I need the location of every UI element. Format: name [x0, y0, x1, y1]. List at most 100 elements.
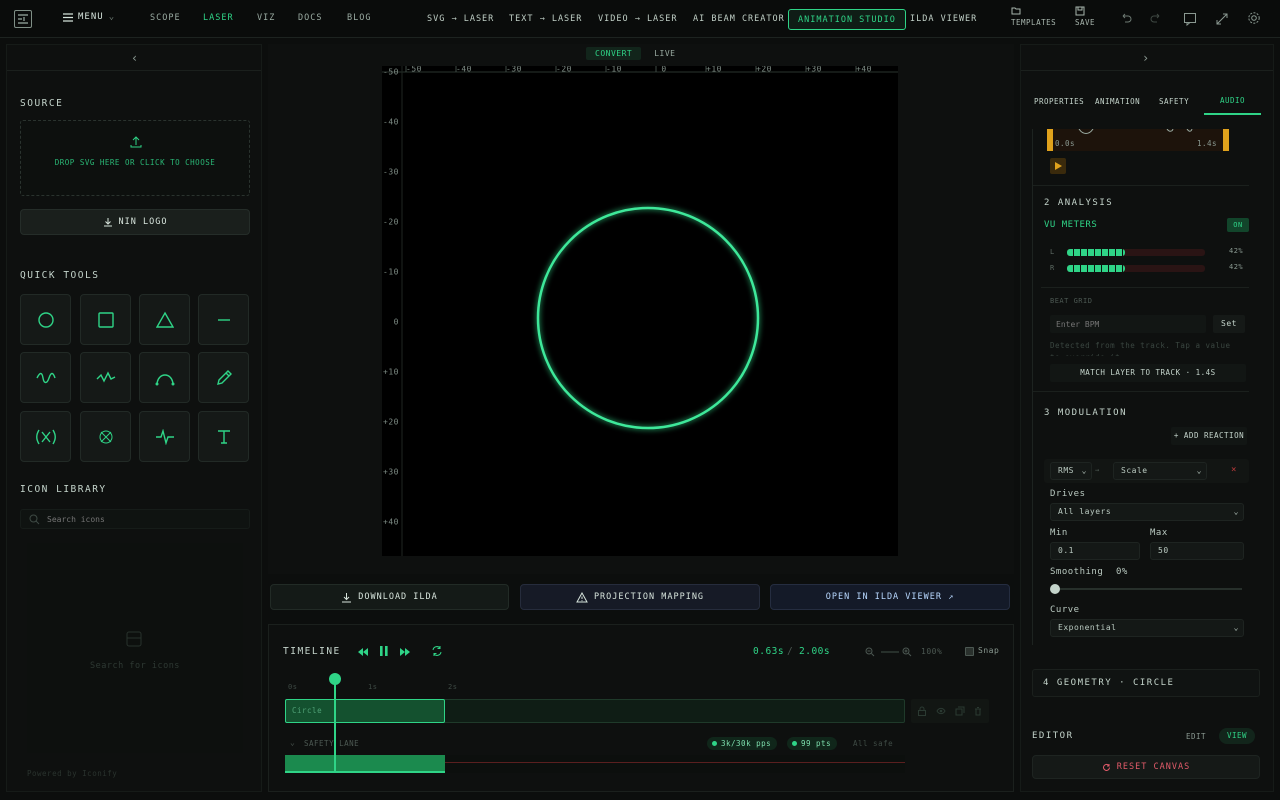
lissajous-icon	[35, 428, 56, 446]
geometry-section[interactable]: 4 GEOMETRY · CIRCLE	[1032, 669, 1260, 697]
smoothing-slider-thumb[interactable]	[1050, 584, 1060, 594]
zoom-in-icon[interactable]	[902, 647, 912, 657]
loop-icon[interactable]	[431, 645, 443, 657]
time-separator: /	[787, 646, 794, 657]
chevron-left-icon[interactable]: ‹	[131, 51, 139, 65]
audio-scroll-area[interactable]: 0.0s 1.4s 2 ANALYSIS VU METERS ON L 42% …	[1032, 129, 1260, 645]
waveform-preview[interactable]: 0.0s 1.4s	[1047, 129, 1229, 151]
mode-live[interactable]: LIVE	[645, 47, 684, 60]
save-button[interactable]: SAVE	[1075, 6, 1095, 27]
tab-properties[interactable]: PROPERTIES	[1034, 97, 1084, 106]
app-logo-icon[interactable]	[14, 10, 32, 28]
triangle-tool[interactable]	[139, 294, 190, 345]
projection-mapping-button[interactable]: PROJECTION MAPPING	[520, 584, 760, 610]
chat-icon[interactable]	[1183, 12, 1197, 26]
bpm-input-field[interactable]	[1050, 315, 1206, 333]
duplicate-icon[interactable]	[955, 706, 965, 716]
nav-link-blog[interactable]: BLOG	[347, 13, 371, 23]
sine-wave-tool[interactable]	[20, 352, 71, 403]
gear-icon[interactable]	[1247, 11, 1261, 25]
playhead-handle[interactable]	[329, 673, 341, 685]
laser-preview[interactable]: -50 -40 -30 -20 -10 0 +10 +20 +30 +40 -50 -40 -30 -20…	[382, 66, 898, 556]
snap-checkbox[interactable]	[965, 647, 974, 656]
timeline-title: TIMELINE	[283, 646, 341, 657]
nav-link-scope[interactable]: SCOPE	[150, 13, 181, 23]
max-input[interactable]: 50	[1150, 542, 1244, 560]
chevron-down-icon: ⌄	[108, 12, 116, 22]
square-tool[interactable]	[80, 294, 131, 345]
tab-animation[interactable]: ANIMATION	[1095, 97, 1140, 106]
view-mode-button[interactable]: VIEW	[1219, 728, 1255, 744]
right-panel: › PROPERTIES ANIMATION SAFETY AUDIO 0.0s…	[1020, 44, 1274, 792]
open-ilda-viewer-button[interactable]: OPEN IN ILDA VIEWER ↗	[770, 584, 1010, 610]
min-input[interactable]: 0.1	[1050, 542, 1140, 560]
tab-animation-studio[interactable]: ANIMATION STUDIO	[788, 9, 906, 30]
pause-icon[interactable]	[379, 645, 389, 657]
tab-audio[interactable]: AUDIO	[1204, 91, 1261, 115]
vu-left-value: 42%	[1229, 247, 1244, 255]
zigzag-icon	[96, 370, 116, 385]
edit-mode-button[interactable]: EDIT	[1186, 732, 1206, 741]
nav-link-laser[interactable]: LASER	[203, 13, 234, 23]
min-value: 0.1	[1058, 546, 1074, 555]
curve-select[interactable]: Exponential ⌄	[1050, 619, 1244, 637]
icon-search-field[interactable]	[20, 509, 250, 529]
mode-convert[interactable]: CONVERT	[586, 47, 642, 60]
redo-icon[interactable]	[1150, 12, 1162, 24]
nin-logo-button[interactable]: NIN LOGO	[20, 209, 250, 235]
chevron-down-icon[interactable]: ⌄	[290, 738, 295, 747]
tab-text-laser[interactable]: TEXT → LASER	[500, 9, 591, 30]
set-bpm-button[interactable]: Set	[1213, 315, 1245, 333]
chevron-right-icon[interactable]: ›	[1142, 51, 1150, 65]
bpm-input[interactable]	[1056, 317, 1196, 331]
smoothing-slider[interactable]	[1055, 588, 1242, 590]
circle-tool[interactable]	[20, 294, 71, 345]
tab-video-laser[interactable]: VIDEO → LASER	[589, 9, 687, 30]
arc-tool[interactable]	[139, 352, 190, 403]
text-tool[interactable]	[198, 411, 249, 462]
reset-canvas-button[interactable]: RESET CANVAS	[1032, 755, 1260, 779]
zigzag-tool[interactable]	[80, 352, 131, 403]
drives-select[interactable]: All layers ⌄	[1050, 503, 1244, 521]
audio-play-button[interactable]	[1050, 158, 1066, 174]
laser-circle-shape[interactable]	[382, 66, 898, 556]
line-tool[interactable]	[198, 294, 249, 345]
nav-link-viz[interactable]: VIZ	[257, 13, 275, 23]
tab-safety[interactable]: SAFETY	[1159, 97, 1189, 106]
target-select[interactable]: Scale ⌄	[1113, 462, 1207, 480]
templates-button[interactable]: TEMPLATES	[1011, 6, 1056, 27]
tab-svg-laser[interactable]: SVG → LASER	[418, 9, 503, 30]
svg-drop-zone[interactable]: DROP SVG HERE OR CLICK TO CHOOSE	[20, 120, 250, 196]
pulse-tool[interactable]	[139, 411, 190, 462]
spirograph-tool[interactable]	[80, 411, 131, 462]
pen-tool[interactable]	[198, 352, 249, 403]
pps-badge: 3k/30k pps	[707, 737, 778, 750]
menu-button[interactable]: MENU ⌄	[63, 12, 115, 22]
add-reaction-button[interactable]: + ADD REACTION	[1171, 427, 1247, 445]
source-select[interactable]: RMS ⌄	[1050, 462, 1092, 480]
download-ilda-button[interactable]: DOWNLOAD ILDA	[270, 584, 509, 610]
undo-icon[interactable]	[1120, 12, 1132, 24]
chevron-down-icon: ⌄	[1196, 466, 1202, 475]
expand-icon[interactable]	[1215, 12, 1229, 26]
remove-reaction-icon[interactable]: ×	[1231, 465, 1237, 475]
search-input[interactable]	[47, 512, 237, 526]
trash-icon[interactable]	[973, 706, 983, 716]
vu-right-fill	[1067, 265, 1125, 272]
match-layer-button[interactable]: MATCH LAYER TO TRACK · 1.4S	[1050, 364, 1246, 382]
fast-forward-icon[interactable]	[399, 647, 411, 657]
tab-ilda-viewer[interactable]: ILDA VIEWER	[901, 9, 986, 30]
rewind-icon[interactable]	[357, 647, 369, 657]
nav-link-docs[interactable]: DOCS	[298, 13, 322, 23]
lock-icon[interactable]	[917, 706, 927, 716]
powered-by-text[interactable]: Powered by Iconify	[27, 769, 117, 778]
playhead[interactable]	[334, 675, 336, 773]
tab-ai-beam-creator[interactable]: AI BEAM CREATOR	[684, 9, 794, 30]
zoom-slider[interactable]	[881, 651, 899, 653]
circle-clip[interactable]: Circle	[285, 699, 445, 723]
vu-toggle[interactable]: ON	[1227, 218, 1249, 232]
templates-label: TEMPLATES	[1011, 18, 1057, 27]
zoom-out-icon[interactable]	[865, 647, 875, 657]
lissajous-tool[interactable]	[20, 411, 71, 462]
eye-icon[interactable]	[936, 706, 946, 716]
